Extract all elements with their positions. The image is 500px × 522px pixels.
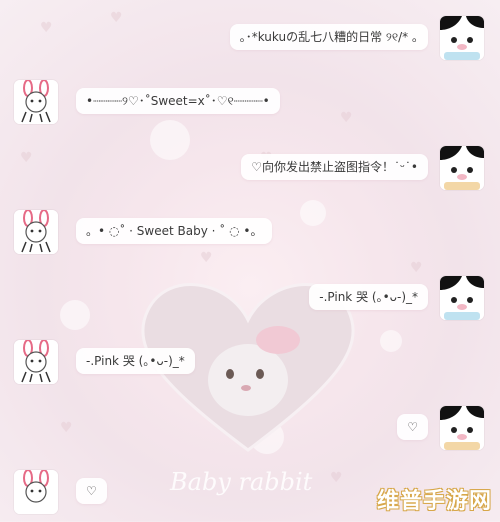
message-row: ♡ bbox=[0, 406, 500, 458]
message-bubble[interactable]: -.Pink 哭 (｡•ᴗ-)_* bbox=[309, 284, 428, 310]
bunny-avatar-icon[interactable] bbox=[14, 80, 58, 124]
message-bubble[interactable]: -.Pink 哭 (｡•ᴗ-)_* bbox=[76, 348, 195, 374]
panda-cow-avatar-icon[interactable] bbox=[440, 406, 484, 450]
message-bubble[interactable]: ♡ bbox=[397, 414, 428, 440]
message-row: ♡向你发出禁止盗图指令！˙ᵕ˙• bbox=[0, 146, 500, 198]
message-row: -.Pink 哭 (｡•ᴗ-)_* bbox=[0, 340, 500, 392]
message-bubble[interactable]: ｡･*kukuの乱七八糟的日常 ୨୧/* ｡ bbox=[229, 24, 428, 50]
message-row: •┈┈┈┈୨♡･˚Sweet=x˚･♡୧┈┈┈┈• bbox=[0, 80, 500, 132]
message-row: ｡･*kukuの乱七八糟的日常 ୨୧/* ｡ bbox=[0, 16, 500, 68]
message-row: 。• ◌˚ · Sweet Baby · ˚ ◌ •。 bbox=[0, 210, 500, 262]
panda-cow-avatar-icon[interactable] bbox=[440, 16, 484, 60]
panda-cow-avatar-icon[interactable] bbox=[440, 276, 484, 320]
message-row: -.Pink 哭 (｡•ᴗ-)_* bbox=[0, 276, 500, 328]
panda-cow-avatar-icon[interactable] bbox=[440, 146, 484, 190]
message-bubble[interactable]: ♡ bbox=[76, 478, 107, 504]
message-bubble[interactable]: ♡向你发出禁止盗图指令！˙ᵕ˙• bbox=[241, 154, 428, 180]
message-bubble[interactable]: •┈┈┈┈୨♡･˚Sweet=x˚･♡୧┈┈┈┈• bbox=[76, 88, 280, 114]
message-bubble[interactable]: 。• ◌˚ · Sweet Baby · ˚ ◌ •。 bbox=[76, 218, 273, 244]
chat-message-list[interactable]: ｡･*kukuの乱七八糟的日常 ୨୧/* ｡ •┈┈┈┈୨♡･˚Sweet=x˚… bbox=[0, 0, 500, 521]
site-watermark: 维普手游网 bbox=[376, 489, 492, 514]
bunny-avatar-icon[interactable] bbox=[14, 470, 58, 514]
bunny-avatar-icon[interactable] bbox=[14, 340, 58, 384]
bunny-avatar-icon[interactable] bbox=[14, 210, 58, 254]
